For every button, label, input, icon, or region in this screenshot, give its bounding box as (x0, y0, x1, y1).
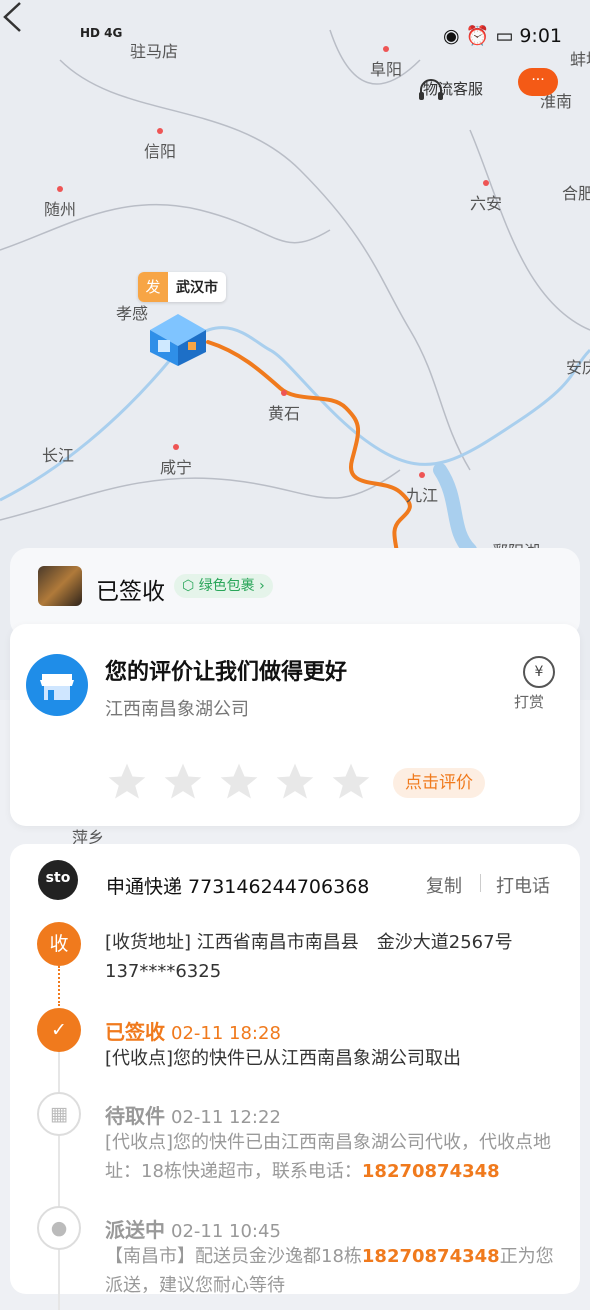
evaluation-title: 您的评价让我们做得更好 (105, 660, 348, 685)
timeline-connector (58, 966, 62, 1006)
signed-status: 已签收 (96, 579, 165, 605)
copy-button[interactable]: 复制 (426, 872, 462, 898)
more-button[interactable]: ··· (518, 68, 558, 96)
rate-button[interactable]: 点击评价 (393, 768, 485, 798)
back-icon[interactable] (0, 0, 26, 34)
star-icon[interactable] (217, 760, 261, 804)
tracking-number: 申通快递 773146244706368 (106, 876, 370, 898)
star-rating[interactable] (105, 760, 373, 804)
check-icon: ✓ (37, 1008, 81, 1052)
headset-icon (419, 79, 443, 100)
event-text: [代收点]您的快件已从江西南昌象湖公司取出 (105, 1048, 462, 1069)
map-city-label: 九江 (406, 472, 438, 506)
warehouse-icon (150, 314, 206, 366)
company-name: 江西南昌象湖公司 (105, 699, 249, 720)
timeline-connector (58, 1050, 60, 1310)
map-city-label: 随州 (44, 186, 76, 220)
alarm-icon: ⏰ (465, 25, 490, 47)
eye-icon: ◉ (442, 25, 460, 47)
chevron-right-icon: › (259, 578, 265, 594)
package-thumbnail (38, 566, 82, 606)
divider (480, 874, 481, 892)
origin-city: 武汉市 (176, 280, 218, 296)
tracking-card: sto 申通快递 773146244706368 复制 打电话 收 [收货地址]… (10, 844, 580, 1310)
map-city-label: 咸宁 (160, 444, 192, 478)
battery-icon: ▭ (495, 25, 514, 47)
green-package-badge[interactable]: ⬡ 绿色包裹 › (174, 574, 273, 598)
call-button[interactable]: 打电话 (496, 872, 550, 898)
courier-icon: ● (37, 1206, 81, 1250)
delivery-address: [收货地址] 江西省南昌市南昌县 金沙大道2567号 137****6325 (105, 932, 513, 982)
map-city-label: 合肥 (562, 184, 590, 203)
origin-marker[interactable]: 发 武汉市 (138, 272, 226, 302)
receive-badge: 收 (37, 922, 81, 966)
map-city-label: 信阳 (144, 128, 176, 162)
logistics-service-button[interactable]: 物流客服 (416, 78, 490, 100)
yen-icon[interactable]: ¥ (523, 656, 555, 688)
phone-link[interactable]: 18270874348 (362, 1246, 500, 1267)
cube-icon: ⬡ (182, 578, 195, 594)
event-text: 【南昌市】配送员金沙逸都18栋18270874348正为您派送，建议您耐心等待 (105, 1246, 554, 1296)
star-icon[interactable] (105, 760, 149, 804)
status-bar: HD 4G ◉ ⏰ ▭ 9:01 (0, 0, 590, 70)
phone-link[interactable]: 18270874348 (362, 1161, 500, 1182)
event-header: 待取件 02-11 12:22 (105, 1104, 281, 1128)
network-indicators: HD 4G (80, 26, 123, 40)
map-city-label: 长江 (42, 446, 75, 465)
status-time: ◉ ⏰ ▭ 9:01 (442, 25, 562, 47)
evaluation-card: 您的评价让我们做得更好 江西南昌象湖公司 ¥ 打赏 点击评价 (10, 624, 580, 826)
map-city-label: 黄石 (268, 390, 300, 424)
tip-label[interactable]: 打赏 (514, 691, 544, 712)
pickup-locker-icon: ▦ (37, 1092, 81, 1136)
origin-badge: 发 (138, 272, 168, 302)
event-header: 派送中 02-11 10:45 (105, 1218, 281, 1242)
event-text: [代收点]您的快件已由江西南昌象湖公司代收，代收点地址：18栋快递超市，联系电话… (105, 1132, 552, 1182)
star-icon[interactable] (329, 760, 373, 804)
map-city-label: 安庆 (566, 358, 590, 377)
star-icon[interactable] (161, 760, 205, 804)
star-icon[interactable] (273, 760, 317, 804)
sto-logo: sto (38, 860, 78, 900)
map-city-label: 六安 (470, 180, 502, 214)
shop-icon (26, 654, 88, 716)
event-header: 已签收 02-11 18:28 (105, 1020, 281, 1044)
